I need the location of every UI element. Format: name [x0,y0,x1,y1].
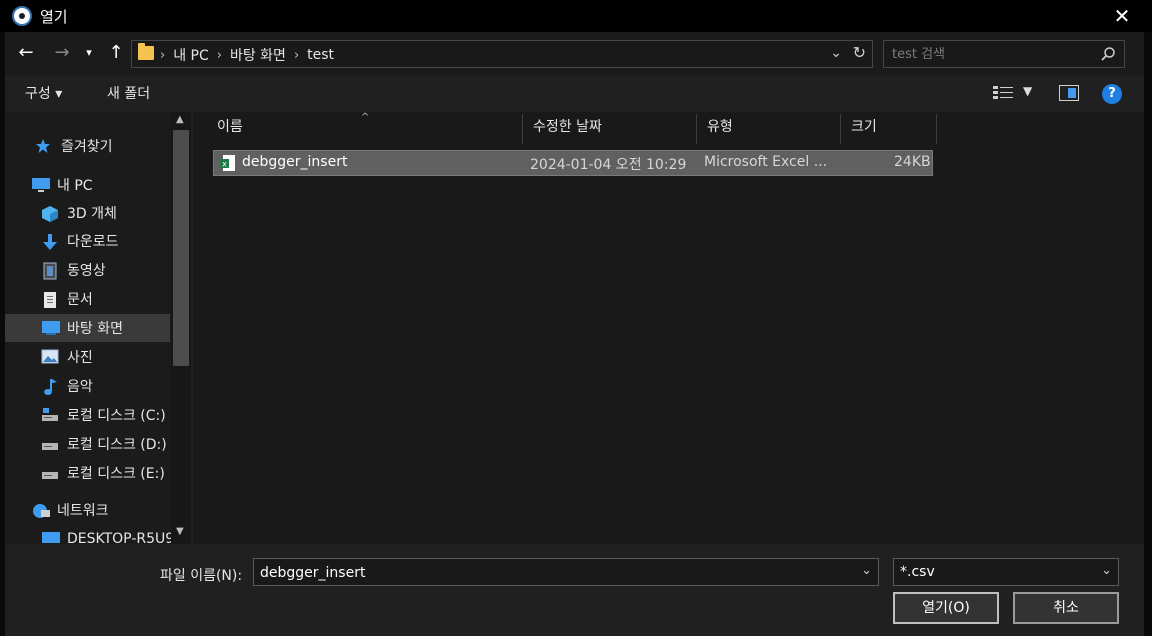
nav-item-label: DESKTOP-R5U9 [67,531,175,544]
navigation-pane: 즐겨찾기 내 PC 3D 개체 다운로드 동영상 문서 바탕 화면 사진 음악 … [5,112,191,544]
nav-item-network[interactable]: 네트워크 [5,496,170,524]
back-arrow-icon[interactable]: ← [15,42,37,64]
file-name: debgger_insert [242,154,348,170]
drive-icon [41,407,59,423]
help-icon[interactable]: ? [1102,84,1122,104]
up-arrow-icon[interactable]: ↑ [105,42,127,64]
folder-icon [138,43,154,60]
column-header-name[interactable]: 이름 [207,114,523,144]
star-icon [35,138,53,154]
search-icon[interactable] [1100,46,1116,62]
nav-scrollbar[interactable]: ▲ ▼ [171,112,191,544]
nav-item-label: 문서 [67,292,93,308]
nav-item-this-pc[interactable]: 내 PC [5,171,170,199]
file-list: ^ 이름 수정한 날짜 유형 크기 x debgger_insert 2024-… [193,112,1144,544]
nav-item-pictures[interactable]: 사진 [5,343,170,371]
nav-item-label: 네트워크 [57,503,109,519]
nav-item-documents[interactable]: 문서 [5,285,170,313]
scroll-down-icon[interactable]: ▼ [176,526,184,537]
nav-item-label: 다운로드 [67,234,119,250]
nav-item-music[interactable]: 음악 [5,372,170,400]
nav-item-label: 음악 [67,379,93,395]
nav-item-downloads[interactable]: 다운로드 [5,227,170,255]
scrollbar-thumb[interactable] [173,130,189,366]
computer-icon [41,531,60,544]
nav-item-desktop[interactable]: 바탕 화면 [5,314,170,342]
command-bar: 구성 ▾ 새 폴더 ▼ ? [5,76,1144,112]
nav-item-label: 로컬 디스크 (D:) [67,437,167,453]
drive-icon [41,465,59,481]
title-bar: 열기 ✕ [0,0,1152,32]
close-icon[interactable]: ✕ [1108,2,1136,30]
preview-pane-icon[interactable] [1059,85,1079,101]
column-header-size[interactable]: 크기 [841,114,937,144]
refresh-icon[interactable]: ↻ [853,43,866,62]
document-icon [41,291,59,308]
chevron-down-icon[interactable]: ⌄ [1101,563,1112,578]
nav-item-3d-objects[interactable]: 3D 개체 [5,199,170,227]
nav-item-local-disk-d[interactable]: 로컬 디스크 (D:) [5,430,170,458]
view-options-chevron-icon[interactable]: ▼ [1023,84,1032,98]
new-folder-button[interactable]: 새 폴더 [107,83,150,103]
navigation-bar: ← → ▾ ↑ › 내 PC › 바탕 화면 › test ⌄ ↻ [5,32,1144,76]
window-edge-right [1144,32,1152,636]
table-row[interactable]: x debgger_insert 2024-01-04 오전 10:29 Mic… [213,150,933,176]
filename-field[interactable] [260,564,850,582]
recent-locations-chevron-icon[interactable]: ▾ [81,42,97,64]
nav-item-favorites[interactable]: 즐겨찾기 [5,132,170,160]
address-bar[interactable]: › 내 PC › 바탕 화면 › test ⌄ ↻ [131,40,873,68]
cube-icon [41,205,59,222]
address-dropdown-icon[interactable]: ⌄ [830,45,842,61]
nav-item-local-disk-e[interactable]: 로컬 디스크 (E:) [5,459,170,487]
nav-item-label: 즐겨찾기 [61,139,113,155]
search-box[interactable] [883,40,1125,68]
view-details-icon[interactable] [993,85,1013,101]
file-size: 24KB [894,154,931,170]
nav-item-label: 로컬 디스크 (C:) [67,408,166,424]
breadcrumb-item[interactable]: 바탕 화면 [230,45,286,65]
chevron-down-icon[interactable]: ⌄ [861,563,872,578]
cancel-button[interactable]: 취소 [1013,592,1119,624]
nav-item-videos[interactable]: 동영상 [5,256,170,284]
network-icon [31,502,50,518]
nav-item-label: 동영상 [67,263,106,279]
breadcrumb-item[interactable]: 내 PC [173,45,209,65]
breadcrumb: › 내 PC › 바탕 화면 › test [160,45,335,65]
app-icon [12,6,32,26]
breadcrumb-item[interactable]: test [307,47,334,63]
svg-text:x: x [222,160,227,169]
music-icon [41,378,59,395]
drive-icon [41,436,59,452]
nav-item-local-disk-c[interactable]: 로컬 디스크 (C:) [5,401,170,429]
filter-value: *.csv [900,564,935,580]
window-title: 열기 [40,8,68,26]
file-type-filter[interactable]: *.csv ⌄ [893,558,1119,586]
download-icon [41,233,59,250]
desktop-icon [41,320,60,336]
nav-item-network-pc[interactable]: DESKTOP-R5U9 [5,525,174,544]
open-button[interactable]: 열기(O) [893,592,999,624]
filename-label: 파일 이름(N): [160,568,243,584]
picture-icon [41,349,59,365]
search-input[interactable] [892,45,1092,63]
excel-icon: x [220,155,235,171]
nav-item-label: 3D 개체 [67,206,117,222]
computer-icon [31,177,50,193]
nav-item-label: 사진 [67,350,93,366]
file-date: 2024-01-04 오전 10:29 [530,157,687,173]
nav-item-label: 로컬 디스크 (E:) [67,466,165,482]
file-type: Microsoft Excel ... [704,154,828,170]
nav-item-label: 바탕 화면 [67,321,123,337]
nav-item-label: 내 PC [57,178,93,194]
forward-arrow-icon[interactable]: → [51,42,73,64]
scroll-up-icon[interactable]: ▲ [176,114,184,125]
filename-combobox[interactable]: ⌄ [253,558,879,586]
dialog-footer: 파일 이름(N): ⌄ *.csv ⌄ 열기(O) 취소 [5,544,1144,636]
column-header-type[interactable]: 유형 [697,114,841,144]
column-header-date[interactable]: 수정한 날짜 [523,114,697,144]
organize-button[interactable]: 구성 ▾ [25,83,62,103]
video-icon [41,262,59,280]
